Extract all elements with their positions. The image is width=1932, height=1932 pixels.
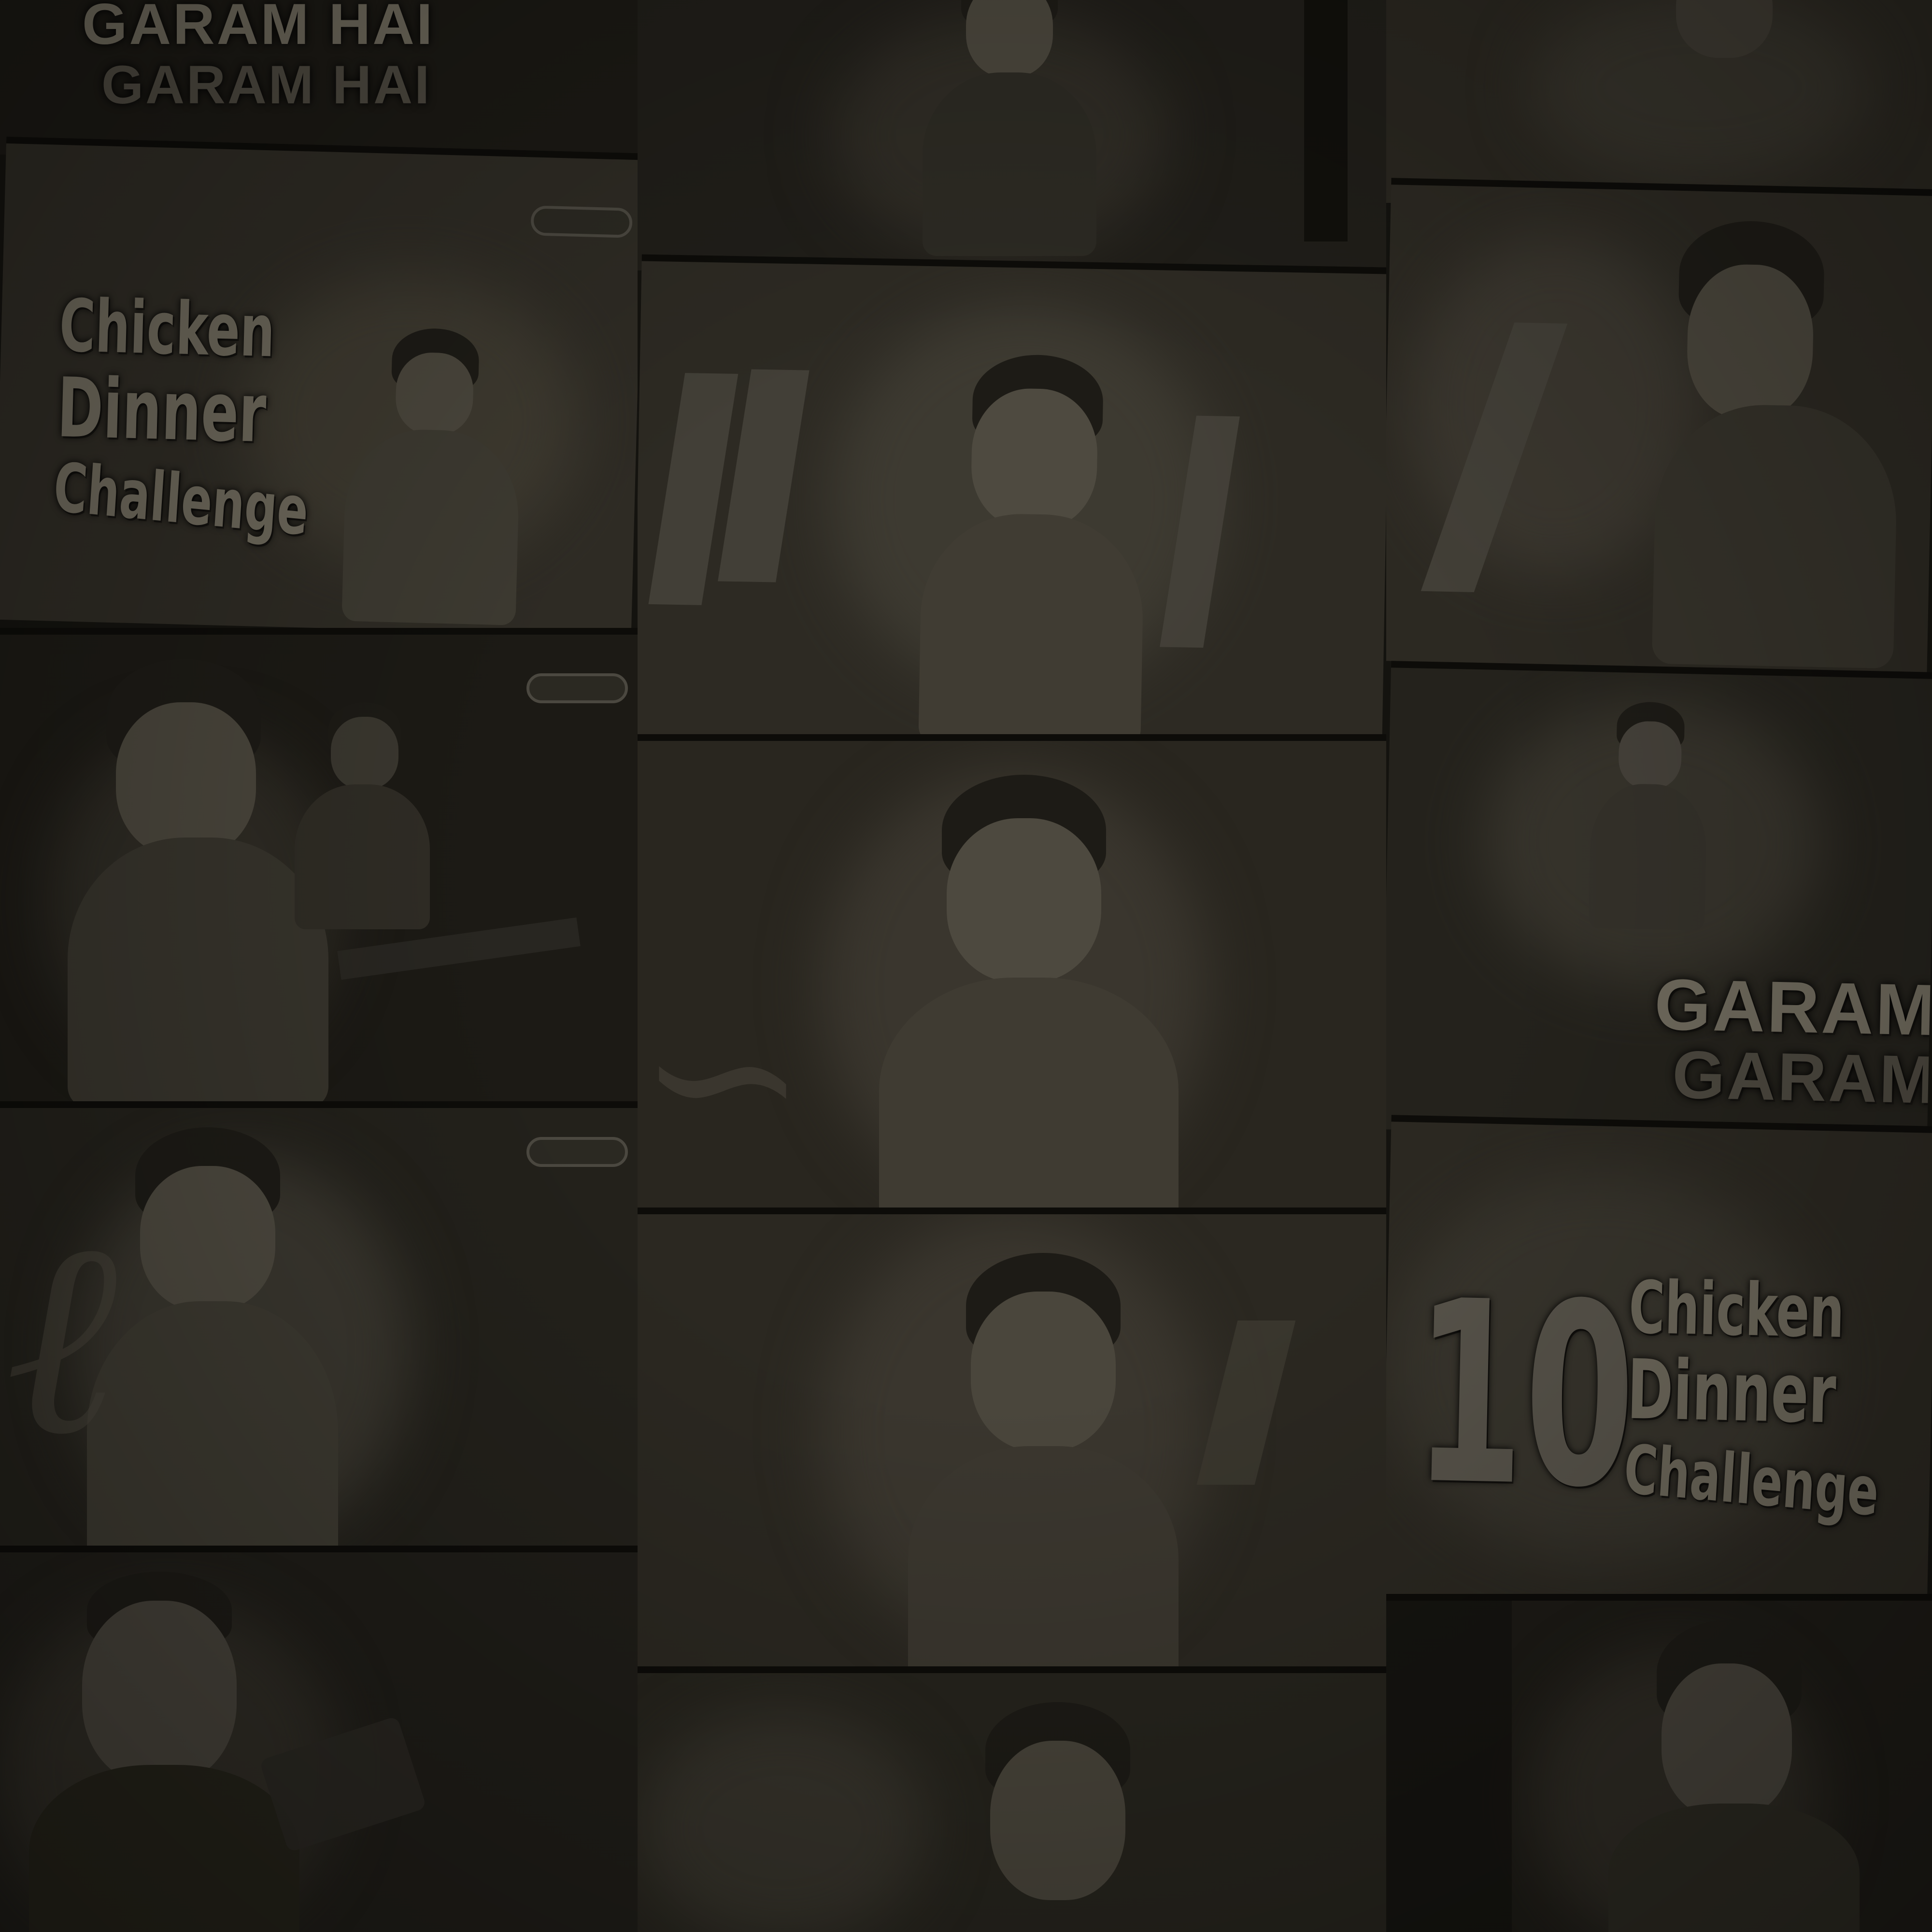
thumbnail-man-camera	[0, 1546, 638, 1932]
thumbnail-title-line1: GARAM	[1653, 963, 1932, 1051]
person-figure	[908, 1253, 1179, 1690]
person-figure	[913, 0, 1106, 261]
thumbnail-boy-smiling-letters	[638, 254, 1386, 751]
challenge-title-line1: Chicken	[1628, 1265, 1846, 1354]
thumbnail-garam-horse: GARAM GARAM	[1386, 661, 1932, 1141]
thumbnail-title-line1: GARAM HAI	[82, 0, 435, 57]
thumbnail-boy-grin: ∽	[638, 734, 1386, 1217]
thumbnail-boy-food-bottom	[638, 1666, 1386, 1932]
thumbnail-garam-hai-top-left: GARAM HAI GARAM HAI	[0, 0, 638, 155]
live-badge	[530, 205, 633, 238]
person-figure	[937, 1702, 1179, 1932]
thumbnail-10-chicken-dinner: 10 Chicken Dinner Challenge	[1386, 1115, 1932, 1619]
challenge-number: 10	[1411, 1246, 1638, 1544]
person-figure	[909, 353, 1157, 750]
thumbnail-top-right	[1386, 0, 1932, 203]
thumbnail-collage: GARAM HAI GARAM HAI Chicken Dinner Chall…	[0, 0, 1932, 1932]
challenge-title-line1: Chicken	[58, 284, 276, 374]
thumbnail-group-photo	[638, 0, 1386, 270]
decorative-script-stroke: ∽	[638, 958, 808, 1194]
person-figure	[1651, 219, 1932, 672]
collage-column-middle: ∽	[638, 0, 1386, 1932]
thumbnail-title-line2: GARAM	[1671, 1036, 1932, 1118]
person-figure	[879, 775, 1179, 1217]
challenge-title-line2: Dinner	[56, 360, 268, 462]
person-figure	[304, 306, 553, 625]
person-figure-background	[290, 693, 435, 934]
thumbnail-boy-side	[1386, 178, 1932, 672]
person-figure	[1578, 701, 1728, 945]
thumbnail-chicken-dinner-left: Chicken Dinner Challenge	[0, 136, 638, 637]
collage-column-left: GARAM HAI GARAM HAI Chicken Dinner Chall…	[0, 0, 638, 1932]
collage-column-right: GARAM GARAM 10 Chicken Dinner Challenge	[1386, 0, 1932, 1932]
thumbnail-boy-bottom-right	[1386, 1594, 1932, 1932]
thumbnail-title-line2: GARAM HAI	[101, 55, 432, 115]
challenge-title-line2: Dinner	[1626, 1342, 1837, 1442]
person-figure	[1608, 1620, 1869, 1932]
live-badge	[526, 673, 628, 703]
thumbnail-boy-script: ℓ	[0, 1101, 638, 1584]
live-badge	[526, 1137, 628, 1167]
decorative-script-lettering: ℓ	[5, 1180, 118, 1495]
thumbnail-boy-celebration	[0, 628, 638, 1111]
thumbnail-boy-talking	[638, 1208, 1386, 1690]
person-figure	[87, 1118, 377, 1584]
